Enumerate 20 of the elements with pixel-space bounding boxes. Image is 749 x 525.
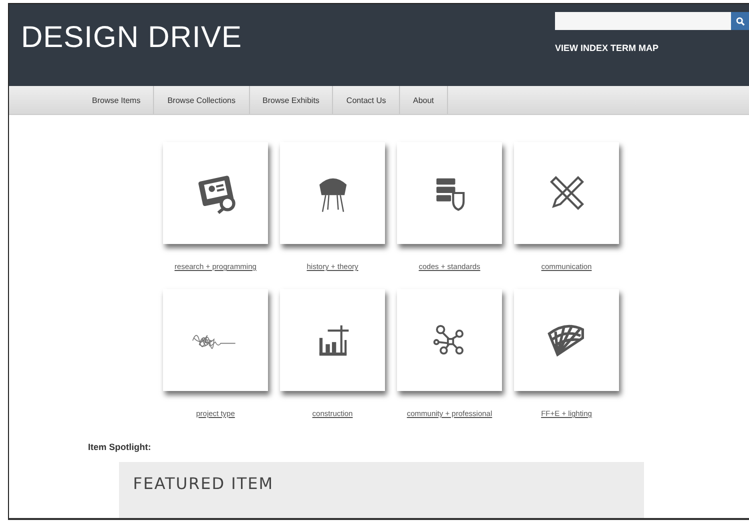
category-tile[interactable] — [163, 289, 268, 391]
category-tile[interactable] — [163, 142, 268, 244]
section-heading: Item Spotlight: — [88, 442, 152, 452]
nav-link[interactable]: About — [400, 86, 448, 114]
category-tile[interactable] — [514, 142, 619, 244]
category-tile[interactable] — [280, 142, 385, 244]
search-field[interactable] — [555, 12, 731, 30]
category-tile[interactable] — [280, 289, 385, 391]
nav-link[interactable]: Browse Items — [79, 86, 154, 114]
nav-link[interactable]: Contact Us — [333, 86, 400, 114]
index-map-link[interactable]: VIEW INDEX TERM MAP — [555, 43, 749, 53]
search-button[interactable] — [731, 12, 749, 30]
category-tile[interactable] — [397, 289, 502, 391]
site-title: DESIGN DRIVE — [21, 21, 242, 56]
category-tile[interactable] — [514, 289, 619, 391]
featured-title: FEATURED ITEM — [133, 474, 275, 493]
category-tile[interactable] — [397, 142, 502, 244]
search-icon — [736, 16, 744, 26]
nav-link[interactable]: Browse Collections — [154, 86, 250, 114]
nav-link[interactable]: Browse Exhibits — [250, 86, 334, 114]
